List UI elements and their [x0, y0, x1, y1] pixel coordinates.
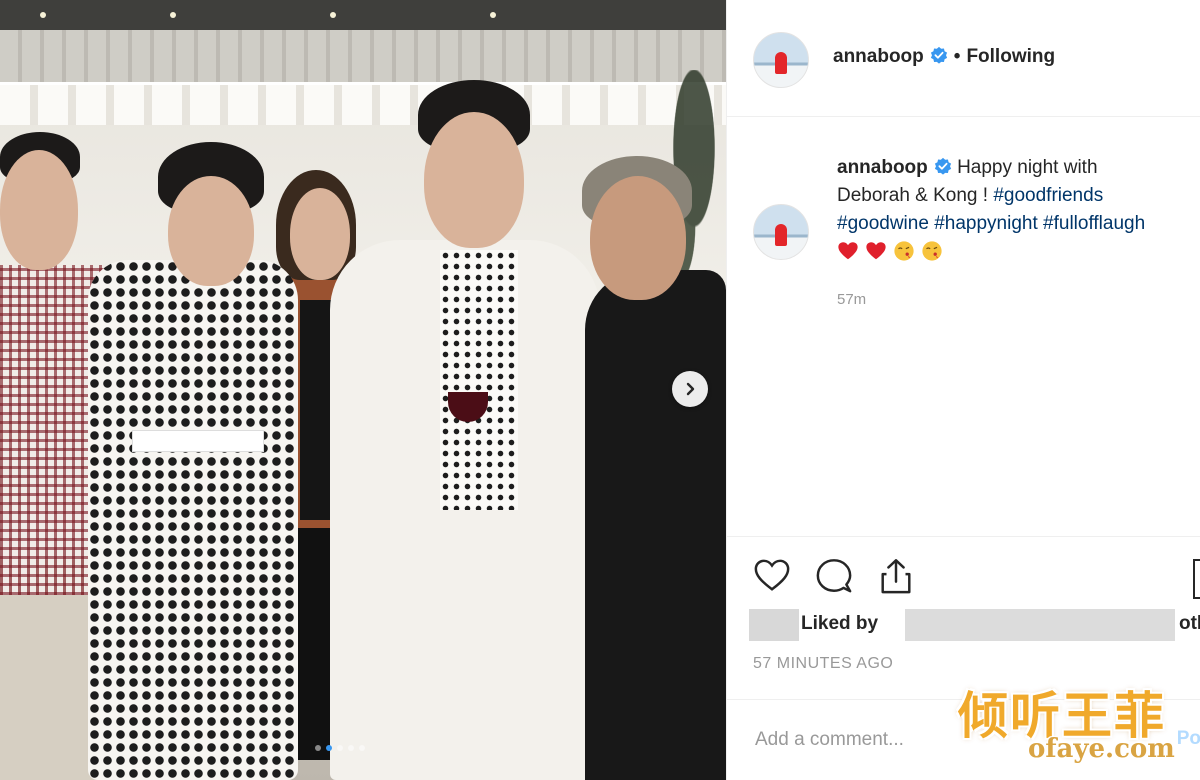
watermark-url: ofaye.com	[1028, 734, 1175, 764]
liker-name-blurred	[905, 609, 1175, 641]
carousel-dots	[315, 745, 365, 751]
carousel-dot	[326, 745, 332, 751]
chevron-right-icon	[686, 382, 695, 396]
verified-badge-icon	[930, 46, 947, 64]
kiss-emoji-icon	[922, 241, 942, 261]
carousel-dot	[348, 745, 354, 751]
liker-avatar-blurred	[749, 609, 799, 641]
liked-by-label: Liked by	[801, 613, 879, 634]
caption-text-2: Deborah & Kong !	[837, 185, 994, 206]
ceiling-light	[170, 12, 176, 18]
post-timestamp: 57 MINUTES AGO	[753, 655, 894, 672]
verified-badge-icon	[934, 157, 951, 175]
action-icons	[753, 557, 915, 595]
caption-avatar[interactable]	[753, 204, 809, 260]
caption-block: annaboop Happy night with Deborah & Kong…	[727, 116, 1200, 536]
username-link[interactable]: annaboop	[833, 46, 924, 67]
hashtag-link[interactable]: #fullofflaugh	[1043, 213, 1145, 234]
curtain	[0, 82, 726, 125]
carousel-dot	[337, 745, 343, 751]
header-user: annaboop • Following	[833, 46, 1055, 68]
hashtag-link[interactable]: #goodwine	[837, 213, 929, 234]
following-button[interactable]: Following	[966, 46, 1055, 67]
post-sidebar: annaboop • Following annaboop Happy night …	[726, 0, 1200, 780]
post-photo[interactable]	[0, 0, 726, 780]
hashtag-link[interactable]: #happynight	[934, 213, 1038, 234]
heart-outline-icon	[754, 559, 790, 591]
post-header: annaboop • Following	[727, 0, 1200, 117]
ceiling-light	[330, 12, 336, 18]
share-button[interactable]	[877, 557, 915, 595]
kiss-emoji-icon	[894, 241, 914, 261]
hashtag-link[interactable]: #goodfriends	[993, 185, 1103, 206]
avatar[interactable]	[753, 32, 809, 88]
others-link[interactable]: othe	[1179, 613, 1200, 635]
caption-text-1: Happy night with	[957, 157, 1098, 178]
share-icon	[881, 559, 911, 594]
emoji-row	[837, 240, 1200, 262]
ceiling-light	[490, 12, 496, 18]
separator: •	[953, 46, 961, 67]
caption: annaboop Happy night with Deborah & Kong…	[837, 154, 1200, 262]
carousel-dot	[315, 745, 321, 751]
like-button[interactable]	[753, 557, 791, 595]
bookmark-icon[interactable]	[1193, 559, 1200, 599]
carousel-dot	[359, 745, 365, 751]
heart-emoji-icon	[866, 242, 886, 260]
next-photo-button[interactable]	[672, 371, 708, 407]
comment-button[interactable]	[815, 557, 853, 595]
ceiling	[0, 0, 726, 30]
wall-panels	[0, 30, 726, 90]
ceiling-light	[40, 12, 46, 18]
liked-by-row: Liked by othe	[749, 609, 1200, 641]
caption-timestamp: 57m	[837, 291, 867, 308]
watermark: 倾听王菲 ofaye.com	[958, 676, 1188, 772]
heart-emoji-icon	[838, 242, 858, 260]
comment-bubble-icon	[816, 559, 852, 593]
caption-username[interactable]: annaboop	[837, 157, 928, 178]
